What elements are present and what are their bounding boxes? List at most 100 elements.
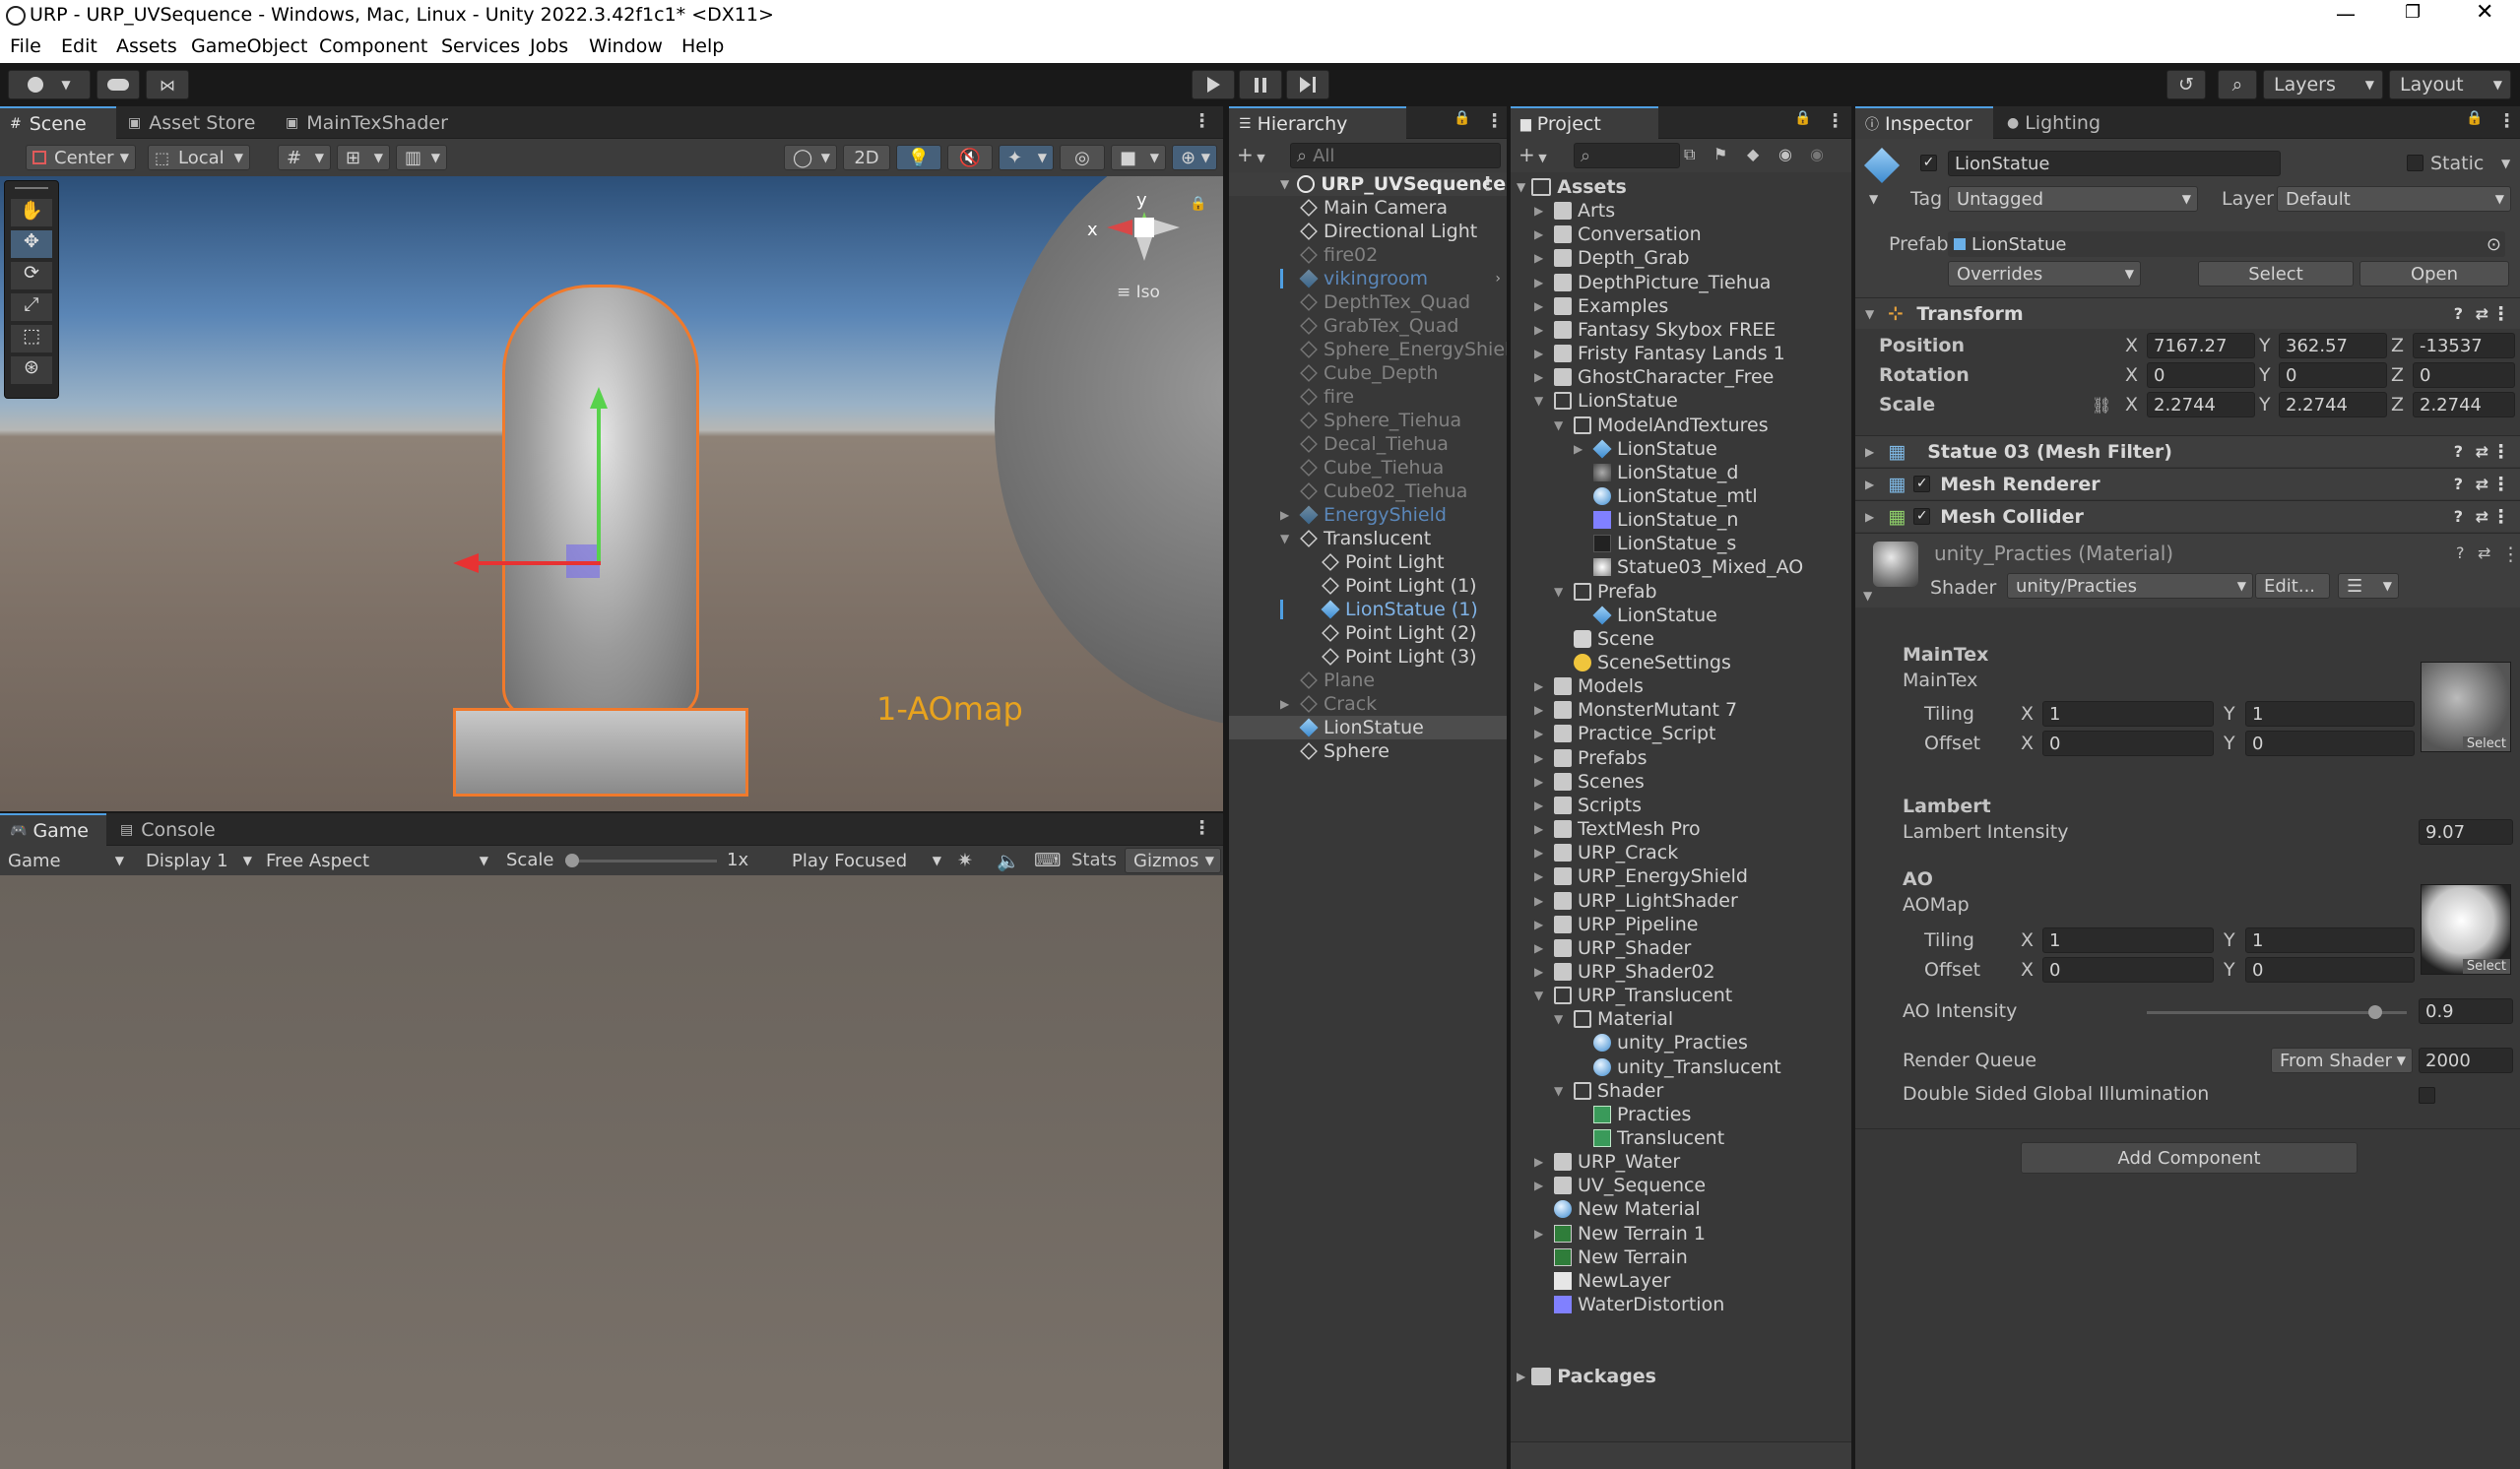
gizmos-dropdown[interactable]: Gizmos ▼ [1125, 848, 1221, 873]
hierarchy-item[interactable]: GrabTex_Quad [1229, 314, 1507, 338]
project-item[interactable]: LionStatue_d [1511, 461, 1738, 484]
project-item[interactable]: ▶ TextMesh Pro [1511, 817, 1701, 841]
scale-slider-thumb[interactable] [565, 854, 579, 867]
collapse-arrow-icon[interactable]: ▶ [1534, 918, 1543, 931]
collapse-arrow-icon[interactable]: ▶ [1534, 751, 1543, 765]
project-item[interactable]: ▶ URP_Crack [1511, 841, 1678, 864]
chevron-right-icon[interactable]: › [1495, 271, 1501, 287]
more-menu-icon[interactable]: ⋮ [2491, 474, 2510, 495]
project-item[interactable]: New Terrain [1511, 1245, 1688, 1269]
preset-icon[interactable]: ⇄ [2476, 507, 2488, 526]
expand-arrow-icon[interactable]: ▼ [1554, 585, 1563, 599]
move-gizmo-y-icon[interactable] [597, 403, 601, 565]
rect-tool-icon[interactable]: ⬚ [11, 325, 52, 352]
mesh-collider-checkbox[interactable]: ✓ [1913, 508, 1931, 525]
hierarchy-item[interactable]: Cube_Depth [1229, 361, 1507, 385]
shader-edit-button[interactable]: Edit... [2255, 573, 2330, 599]
maintex-thumbnail[interactable]: Select [2421, 662, 2511, 752]
constrain-proportions-icon[interactable]: ⛓ [2092, 396, 2111, 415]
project-search[interactable]: ⌕ [1574, 143, 1680, 168]
layers-dropdown[interactable]: Layers ▼ [2263, 70, 2383, 99]
project-item[interactable]: ▶ New Terrain 1 [1511, 1222, 1706, 1245]
search-by-type-icon[interactable]: ⧉ [1684, 145, 1695, 164]
rotation-x-field[interactable]: 0 [2147, 362, 2255, 388]
project-item[interactable]: ▶ Depth_Grab [1511, 246, 1690, 270]
project-item[interactable]: ▼ Prefab [1511, 580, 1657, 604]
mesh-renderer-checkbox[interactable]: ✓ [1913, 476, 1931, 492]
ao-intensity-field[interactable]: 0.9 [2419, 998, 2513, 1024]
collapse-arrow-icon[interactable]: ▶ [1280, 508, 1289, 522]
hierarchy-item[interactable]: Directional Light [1229, 220, 1507, 243]
shader-options-dropdown[interactable]: ☰ ▼ [2338, 573, 2399, 599]
collapse-arrow-icon[interactable]: ▶ [1534, 798, 1543, 812]
hand-tool-icon[interactable]: ✋ [11, 199, 52, 226]
more-menu-icon[interactable]: ⋮ [1478, 173, 1497, 195]
hierarchy-item[interactable]: Point Light (2) [1229, 621, 1507, 645]
tab-scene[interactable]: # Scene [0, 106, 116, 139]
tab-asset-store[interactable]: ▣ Asset Store [118, 106, 265, 139]
collapse-arrow-icon[interactable]: ▶ [1534, 965, 1543, 979]
more-menu-icon[interactable]: ⋮ [2491, 441, 2510, 463]
menu-component[interactable]: Component [319, 35, 427, 57]
project-item[interactable]: Translucent [1511, 1126, 1724, 1150]
collapse-arrow-icon[interactable]: ▶ [1534, 679, 1543, 693]
project-item[interactable]: ▼ Material [1511, 1007, 1673, 1031]
help-icon[interactable]: ? [2454, 475, 2463, 493]
close-icon[interactable]: ✕ [2476, 0, 2493, 25]
search-by-label-icon[interactable]: ⚑ [1713, 145, 1727, 163]
expand-arrow-icon[interactable]: ▼ [1554, 1084, 1563, 1098]
menu-edit[interactable]: Edit [61, 35, 97, 57]
expand-arrow-icon[interactable]: ▼ [1534, 394, 1543, 408]
maintex-tiling-y[interactable]: 1 [2245, 701, 2415, 727]
aomap-select-button[interactable]: Select [2462, 959, 2510, 974]
help-icon[interactable]: ? [2456, 543, 2465, 562]
more-menu-icon[interactable]: ⋮ [1485, 110, 1504, 132]
cloud-button[interactable] [97, 70, 140, 99]
hierarchy-item[interactable]: Point Light (3) [1229, 645, 1507, 669]
collapse-arrow-icon[interactable]: ▶ [1534, 1179, 1543, 1192]
hierarchy-item[interactable]: Cube_Tiehua [1229, 456, 1507, 479]
layout-dropdown[interactable]: Layout ▼ [2389, 70, 2511, 99]
collapse-arrow-icon[interactable]: ▶ [1534, 299, 1543, 313]
maintex-select-button[interactable]: Select [2462, 736, 2510, 751]
hierarchy-item[interactable]: Main Camera [1229, 196, 1507, 220]
project-item[interactable]: SceneSettings [1511, 651, 1731, 674]
static-checkbox[interactable] [2407, 155, 2423, 171]
preset-icon[interactable]: ⇄ [2476, 475, 2488, 493]
ao-tiling-y[interactable]: 1 [2245, 927, 2415, 953]
shader-dropdown[interactable]: unity/Practies ▼ [2007, 573, 2253, 599]
project-item[interactable]: ▶ UV_Sequence [1511, 1174, 1706, 1197]
hierarchy-search[interactable]: ⌕ All [1290, 143, 1501, 168]
lambert-intensity-field[interactable]: 9.07 [2419, 819, 2513, 845]
project-item[interactable]: ▶ MonsterMutant 7 [1511, 698, 1737, 722]
prefab-open-button[interactable]: Open [2359, 261, 2509, 287]
menu-window[interactable]: Window [589, 35, 663, 57]
more-menu-icon[interactable]: ⋮ [1193, 110, 1211, 132]
prefab-field[interactable]: LionStatue ⊙ [1948, 231, 2505, 257]
project-item[interactable]: LionStatue_n [1511, 508, 1738, 532]
hierarchy-item[interactable]: fire02 [1229, 243, 1507, 267]
add-component-button[interactable]: Add Component [2021, 1142, 2358, 1174]
project-item[interactable]: LionStatue_s [1511, 532, 1736, 555]
collapse-arrow-icon[interactable]: ▶ [1534, 347, 1543, 360]
audio-icon[interactable]: 🔈 [997, 850, 1020, 872]
transform-tool-icon[interactable]: ⊛ [11, 356, 52, 384]
tab-hierarchy[interactable]: ☰ Hierarchy [1229, 106, 1406, 139]
project-item[interactable]: ▼ Shader [1511, 1079, 1663, 1103]
maintex-offset-y[interactable]: 0 [2245, 731, 2415, 756]
project-item[interactable]: NewLayer [1511, 1269, 1670, 1293]
position-z-field[interactable]: -13537 [2413, 333, 2515, 358]
collapse-arrow-icon[interactable]: ▶ [1534, 1227, 1543, 1241]
game-view-dropdown[interactable]: Game ▼ [0, 848, 130, 873]
hierarchy-item[interactable]: Sphere_Tiehua [1229, 409, 1507, 432]
menu-services[interactable]: Services [441, 35, 520, 57]
hierarchy-item[interactable]: Point Light (1) [1229, 574, 1507, 598]
expand-arrow-icon[interactable]: ▼ [1280, 532, 1289, 545]
overrides-dropdown[interactable]: Overrides ▼ [1948, 261, 2141, 287]
prefab-select-button[interactable]: Select [2198, 261, 2354, 287]
project-item[interactable]: ▼ LionStatue [1511, 389, 1678, 413]
project-item[interactable]: ▶ Prefabs [1511, 746, 1648, 770]
project-item[interactable]: ▼ URP_Translucent [1511, 984, 1732, 1007]
pause-button[interactable] [1239, 70, 1282, 99]
project-item[interactable]: ▶ Models [1511, 674, 1644, 698]
